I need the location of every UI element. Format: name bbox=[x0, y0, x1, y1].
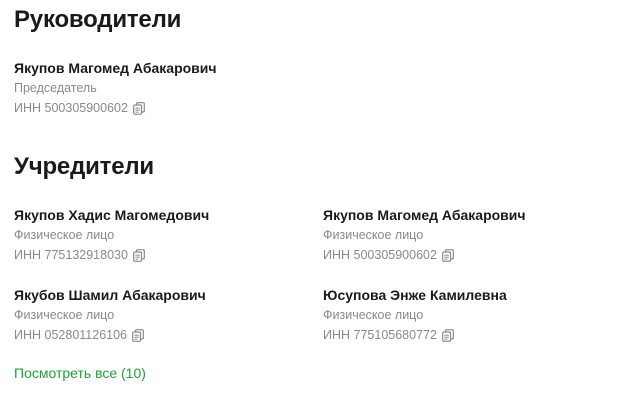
founders-title: Учредители bbox=[14, 153, 154, 180]
person-inn: ИНН 052801126106 bbox=[14, 328, 128, 342]
person-name[interactable]: Якубов Шамил Абакарович bbox=[14, 286, 304, 304]
copy-icon[interactable] bbox=[442, 328, 454, 342]
copy-icon[interactable] bbox=[132, 328, 144, 342]
person-role: Председатель bbox=[14, 81, 97, 95]
person-role: Физическое лицо bbox=[14, 308, 115, 322]
person-inn: ИНН 500305900602 bbox=[323, 248, 437, 262]
founder-card: Якупов Хадис Магомедович Физическое лицо… bbox=[14, 206, 304, 263]
copy-icon[interactable] bbox=[442, 248, 454, 262]
person-inn: ИНН 500305900602 bbox=[14, 101, 128, 115]
person-inn: ИНН 775105680772 bbox=[323, 328, 437, 342]
copy-icon[interactable] bbox=[133, 248, 145, 262]
person-name[interactable]: Якупов Магомед Абакарович bbox=[323, 206, 613, 224]
person-inn-row: ИНН 500305900602 bbox=[14, 100, 304, 116]
person-role: Физическое лицо bbox=[14, 228, 115, 242]
founder-card: Якупов Магомед Абакарович Физическое лиц… bbox=[323, 206, 613, 263]
person-inn: ИНН 775132918030 bbox=[14, 248, 128, 262]
view-all-founders-link[interactable]: Посмотреть все (10) bbox=[14, 364, 146, 382]
founder-card: Якубов Шамил Абакарович Физическое лицо … bbox=[14, 286, 304, 343]
copy-icon[interactable] bbox=[133, 101, 145, 115]
founder-card: Юсупова Энже Камилевна Физическое лицо И… bbox=[323, 286, 613, 343]
person-name[interactable]: Якупов Хадис Магомедович bbox=[14, 206, 304, 224]
person-role: Физическое лицо bbox=[323, 228, 424, 242]
person-role: Физическое лицо bbox=[323, 308, 424, 322]
person-inn-row: ИНН 775105680772 bbox=[323, 327, 613, 343]
person-name[interactable]: Якупов Магомед Абакарович bbox=[14, 59, 304, 77]
manager-card: Якупов Магомед Абакарович Председатель И… bbox=[14, 59, 304, 116]
person-inn-row: ИНН 052801126106 bbox=[14, 327, 304, 343]
person-inn-row: ИНН 500305900602 bbox=[323, 247, 613, 263]
managers-title: Руководители bbox=[14, 6, 182, 33]
person-inn-row: ИНН 775132918030 bbox=[14, 247, 304, 263]
person-name[interactable]: Юсупова Энже Камилевна bbox=[323, 286, 613, 304]
